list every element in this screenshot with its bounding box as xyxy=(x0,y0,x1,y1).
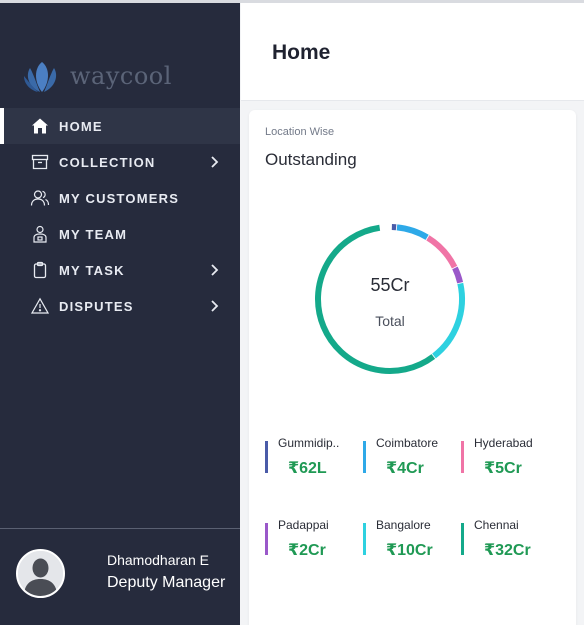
warning-icon xyxy=(30,296,50,316)
legend-color-bar xyxy=(265,441,268,473)
avatar[interactable] xyxy=(16,549,65,598)
location-value: ₹4Cr xyxy=(386,460,424,477)
chevron-right-icon xyxy=(211,156,219,168)
location-name: Padappai xyxy=(278,518,329,532)
sidebar-item-label: MY CUSTOMERS xyxy=(59,190,180,206)
sidebar-item-label: MY TASK xyxy=(59,262,125,278)
location-name: Bangalore xyxy=(376,518,431,532)
donut-total-label: Total xyxy=(375,313,405,329)
page-title: Home xyxy=(272,41,331,64)
sidebar-nav: HOME COLLECTION MY CUSTOMERS MY TEAM MY … xyxy=(0,108,240,324)
legend-color-bar xyxy=(363,441,366,473)
brand-logo[interactable]: waycool xyxy=(22,58,172,94)
sidebar-item-label: HOME xyxy=(59,118,103,134)
sidebar-item-my-team[interactable]: MY TEAM xyxy=(0,216,240,252)
card-subtitle: Location Wise xyxy=(265,126,335,138)
sidebar: waycool HOME COLLECTION MY CUSTOMERS MY … xyxy=(0,0,240,625)
location-item[interactable]: Chennai ₹32Cr xyxy=(461,518,553,564)
users-icon xyxy=(30,188,50,208)
archive-box-icon xyxy=(30,152,50,172)
brand-name: waycool xyxy=(70,62,172,90)
user-role: Deputy Manager xyxy=(107,574,226,591)
location-name: Chennai xyxy=(474,518,519,532)
sidebar-item-my-customers[interactable]: MY CUSTOMERS xyxy=(0,180,240,216)
legend-color-bar xyxy=(363,523,366,555)
user-profile[interactable]: Dhamodharan E Deputy Manager xyxy=(0,528,240,625)
outstanding-donut-chart[interactable]: 55Cr Total xyxy=(312,221,468,377)
location-name: Hyderabad xyxy=(474,436,533,450)
location-item[interactable]: Bangalore ₹10Cr xyxy=(363,518,455,564)
user-silhouette-icon xyxy=(18,551,63,596)
legend-color-bar xyxy=(461,523,464,555)
location-value: ₹10Cr xyxy=(386,542,433,559)
sidebar-item-my-task[interactable]: MY TASK xyxy=(0,252,240,288)
chevron-right-icon xyxy=(211,300,219,312)
donut-ring xyxy=(315,224,465,374)
donut-segment-5[interactable] xyxy=(315,224,436,374)
location-item[interactable]: Coimbatore ₹4Cr xyxy=(363,436,455,482)
outstanding-card: Location Wise Outstanding 55Cr Total Gum… xyxy=(249,110,576,625)
location-item[interactable]: Hyderabad ₹5Cr xyxy=(461,436,553,482)
location-item[interactable]: Padappai ₹2Cr xyxy=(265,518,357,564)
donut-segment-2[interactable] xyxy=(426,235,458,269)
page-header: Home xyxy=(241,3,584,101)
donut-total-value: 55Cr xyxy=(370,275,410,295)
leaf-logo-icon xyxy=(24,62,57,92)
location-value: ₹2Cr xyxy=(288,542,326,559)
top-border xyxy=(0,0,584,3)
legend-color-bar xyxy=(265,523,268,555)
sidebar-item-label: DISPUTES xyxy=(59,298,134,314)
location-value: ₹32Cr xyxy=(484,542,531,559)
sidebar-item-label: COLLECTION xyxy=(59,154,156,170)
team-member-icon xyxy=(30,224,50,244)
clipboard-icon xyxy=(30,260,50,280)
location-item[interactable]: Gummidip.. ₹62L xyxy=(265,436,357,482)
chevron-right-icon xyxy=(211,264,219,276)
sidebar-item-disputes[interactable]: DISPUTES xyxy=(0,288,240,324)
location-name: Gummidip.. xyxy=(278,436,340,450)
donut-segment-1[interactable] xyxy=(396,224,429,240)
home-icon xyxy=(30,116,50,136)
card-title: Outstanding xyxy=(265,150,357,169)
sidebar-item-home[interactable]: HOME xyxy=(0,108,240,144)
location-value: ₹5Cr xyxy=(484,460,522,477)
legend-color-bar xyxy=(461,441,464,473)
sidebar-item-collection[interactable]: COLLECTION xyxy=(0,144,240,180)
sidebar-item-label: MY TEAM xyxy=(59,226,128,242)
location-value: ₹62L xyxy=(288,460,327,477)
user-name: Dhamodharan E xyxy=(107,552,209,568)
location-name: Coimbatore xyxy=(376,436,439,450)
